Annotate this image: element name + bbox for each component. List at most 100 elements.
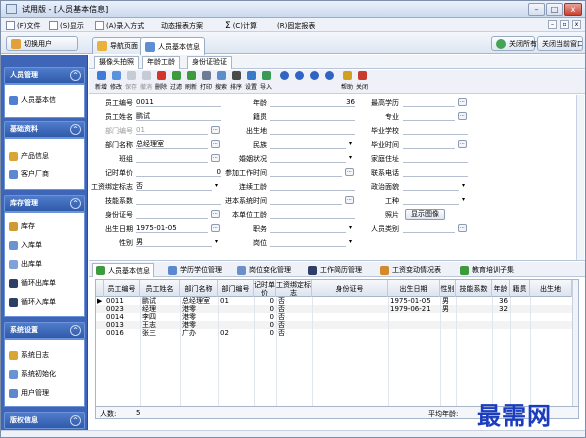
chevron-down-icon[interactable]: ▾ <box>213 182 220 190</box>
team-field[interactable] <box>136 154 208 163</box>
column-header[interactable]: 记时单价 <box>254 280 276 297</box>
id-card-picker[interactable]: ⋯ <box>211 210 220 218</box>
close-button[interactable]: 关闭 <box>356 71 368 91</box>
menu-fixed-report[interactable]: (R)固定报表 <box>277 20 315 31</box>
column-header[interactable]: 性别 <box>440 280 456 297</box>
political-select[interactable] <box>403 182 459 191</box>
tab-camera-photo[interactable]: 摄像头拍照 <box>94 56 139 69</box>
skill-field[interactable] <box>136 196 221 205</box>
form-scrollbar[interactable] <box>576 95 584 260</box>
settings-button[interactable]: 设置 <box>245 71 257 91</box>
unit-seniority-field[interactable] <box>270 210 355 219</box>
column-header[interactable]: 身份证号 <box>312 280 388 297</box>
team-picker[interactable]: ⋯ <box>211 154 220 162</box>
column-header[interactable]: 部门名称 <box>180 280 218 297</box>
chevron-up-icon[interactable]: ^ <box>70 70 81 81</box>
person-type-field[interactable] <box>403 224 455 233</box>
print-button[interactable]: 打印 <box>200 71 212 91</box>
close-current-button[interactable]: 关闭当前窗口 <box>537 36 583 51</box>
chevron-up-icon[interactable]: ^ <box>70 415 81 426</box>
dept-no-field[interactable]: 01 <box>136 126 208 135</box>
work-type-select[interactable] <box>403 196 459 205</box>
menu-input-mode[interactable]: (A)录入方式 <box>95 20 144 31</box>
person-type-picker[interactable]: ⋯ <box>458 224 467 232</box>
tab-salary-change[interactable]: 工资变动情况表 <box>377 263 444 277</box>
education-field[interactable] <box>403 98 455 107</box>
phone-field[interactable] <box>403 168 468 177</box>
chevron-down-icon[interactable]: ▾ <box>347 154 354 162</box>
refresh-button[interactable]: 刷新 <box>185 71 197 91</box>
grad-time-field[interactable] <box>403 140 455 149</box>
sidebar-item-customers[interactable]: 客户厂商 <box>9 169 49 179</box>
chevron-down-icon[interactable]: ▾ <box>347 238 354 246</box>
tab-work-history[interactable]: 工作简历管理 <box>305 263 365 277</box>
close-all-button[interactable]: 关闭所有 <box>491 36 537 51</box>
column-header[interactable]: 工资绑定标志 <box>276 280 312 297</box>
education-picker[interactable]: ⋯ <box>458 98 467 106</box>
position-select[interactable] <box>270 224 346 233</box>
sidebar-item-product-info[interactable]: 产品信息 <box>9 151 49 161</box>
chevron-up-icon[interactable]: ^ <box>70 325 81 336</box>
work-date-field[interactable] <box>270 168 342 177</box>
minimize-button[interactable]: – <box>528 3 545 16</box>
column-header[interactable]: 员工姓名 <box>140 280 180 297</box>
chevron-down-icon[interactable]: ▾ <box>213 238 220 246</box>
save-button[interactable]: 保存 <box>125 71 137 91</box>
delete-button[interactable]: 删除 <box>155 71 167 91</box>
tab-id-verify[interactable]: 身份证验证 <box>187 56 232 69</box>
chevron-up-icon[interactable]: ^ <box>70 198 81 209</box>
table-row[interactable]: 0023 经理 港零 0 否 1979-06-21 男 32 <box>96 305 578 313</box>
tab-navigation[interactable]: 导航页面 <box>92 37 143 54</box>
filter-button[interactable]: 过滤 <box>170 71 182 91</box>
tab-basic-info[interactable]: 人员基本信息 <box>92 263 154 277</box>
dept-name-field[interactable]: 总经理室 <box>136 140 208 149</box>
undo-button[interactable]: 撤消 <box>140 71 152 91</box>
sidebar-section-copyright[interactable]: 版权信息 ^ <box>4 412 85 429</box>
sort-button[interactable]: 排序 <box>230 71 242 91</box>
grad-time-picker[interactable]: ⋯ <box>458 140 467 148</box>
gender-select[interactable]: 男 <box>136 238 212 247</box>
id-card-field[interactable] <box>136 210 208 219</box>
switch-user-button[interactable]: 切换用户 <box>6 36 78 51</box>
age-field[interactable]: 36 <box>270 98 355 107</box>
dept-no-picker[interactable]: ⋯ <box>211 126 220 134</box>
table-scrollbar[interactable] <box>572 280 578 406</box>
prev-record-button[interactable] <box>293 71 305 82</box>
factory-date-picker[interactable]: ⋯ <box>345 196 354 204</box>
column-header[interactable]: 出生地 <box>530 280 572 297</box>
ethnic-select[interactable] <box>270 140 346 149</box>
maximize-button[interactable]: □ <box>546 3 563 16</box>
chevron-up-icon[interactable]: ^ <box>70 124 81 135</box>
sidebar-section-personnel[interactable]: 人员管理 ^ <box>4 67 85 84</box>
column-header[interactable]: 员工编号 <box>104 280 140 297</box>
next-record-button[interactable] <box>308 71 320 82</box>
chevron-down-icon[interactable]: ▾ <box>460 182 467 190</box>
tab-training[interactable]: 教育培训子集 <box>457 263 517 277</box>
last-record-button[interactable] <box>323 71 335 82</box>
search-button[interactable]: 搜索 <box>215 71 227 91</box>
column-header[interactable]: 部门编号 <box>218 280 254 297</box>
sidebar-item-personnel-info[interactable]: 人员基本信 <box>9 95 56 105</box>
table-row[interactable]: ▶ 0011 鹏试 总经理室 01 0 否 1975-01-05 男 36 <box>96 297 578 305</box>
native-field[interactable] <box>270 112 355 121</box>
sidebar-section-inventory[interactable]: 库存管理 ^ <box>4 195 85 212</box>
sidebar-item-stock-out[interactable]: 出库单 <box>9 259 42 269</box>
table-row[interactable]: 0016 张三 广办 02 0 否 <box>96 329 578 337</box>
tab-age-seniority[interactable]: 年龄工龄 <box>142 56 180 69</box>
table-row[interactable]: 0013 王志 港零 0 否 <box>96 321 578 329</box>
birth-picker[interactable]: ⋯ <box>211 224 220 232</box>
salary-standard-select[interactable]: 否 <box>136 182 212 191</box>
sidebar-section-settings[interactable]: 系统设置 ^ <box>4 322 85 339</box>
marital-select[interactable] <box>270 154 346 163</box>
show-image-button[interactable]: 显示图像 <box>405 209 445 220</box>
first-record-button[interactable] <box>278 71 290 82</box>
column-header[interactable]: 年龄 <box>492 280 510 297</box>
birthplace-field[interactable] <box>270 126 355 135</box>
work-date-picker[interactable]: ⋯ <box>345 168 354 176</box>
dept-name-picker[interactable]: ⋯ <box>211 140 220 148</box>
major-picker[interactable]: ⋯ <box>458 112 467 120</box>
sidebar-item-system-init[interactable]: 系统初始化 <box>9 369 56 379</box>
sidebar-item-user-management[interactable]: 用户管理 <box>9 388 49 398</box>
menu-calc[interactable]: Σ (C)计算 <box>225 20 257 31</box>
major-field[interactable] <box>403 112 455 121</box>
